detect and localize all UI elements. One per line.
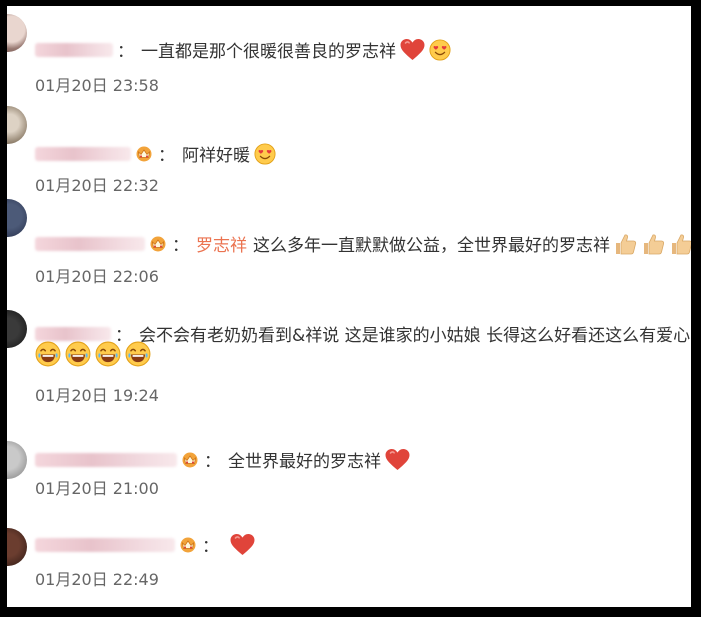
- username-blurred[interactable]: [35, 326, 111, 341]
- heart-icon: [400, 39, 425, 61]
- laughing-emoji-icon: [95, 341, 121, 367]
- username-blurred[interactable]: [35, 236, 145, 251]
- avatar[interactable]: [7, 14, 27, 52]
- thumbs-up-icon: [642, 232, 666, 256]
- comment-item: ： 一直都是那个很暖很善良的罗志祥 01月20日 23:58: [7, 6, 691, 95]
- comment-item: v ： 阿祥好暖 01月20日 22:32: [7, 98, 691, 195]
- heart-eyes-icon: [429, 39, 451, 61]
- colon: ：: [158, 146, 175, 166]
- colon: ：: [204, 452, 221, 472]
- vip-crown-icon: [148, 235, 168, 252]
- avatar[interactable]: [7, 199, 27, 237]
- username-blurred[interactable]: [35, 42, 113, 57]
- comment-text: 全世界最好的罗志祥: [228, 452, 381, 472]
- emoji-row: [35, 341, 151, 367]
- comment-time: 01月20日 23:58: [35, 76, 159, 95]
- mention-link[interactable]: 罗志祥: [196, 231, 247, 256]
- vip-crown-icon: [180, 451, 200, 468]
- username-blurred[interactable]: [35, 452, 177, 467]
- colon: ：: [117, 42, 134, 62]
- comment-item: ： 罗志祥 这么多年一直默默做公益，全世界最好的罗志祥 01月20日 22:06: [7, 191, 691, 286]
- comment-line: ： 阿祥好暖: [35, 141, 276, 166]
- comment-text: 一直都是那个很暖很善良的罗志祥: [141, 42, 396, 62]
- vip-crown-icon: [134, 145, 154, 162]
- heart-eyes-icon: [254, 143, 276, 165]
- comment-text: 会不会有老奶奶看到&祥说 这是谁家的小姑娘 长得这么好看还这么有爱心: [139, 326, 691, 346]
- comment-item: v ： 全世界最好的罗志祥 01月20日 21:00: [7, 401, 691, 498]
- avatar[interactable]: [7, 310, 27, 348]
- avatar[interactable]: v: [7, 528, 27, 566]
- heart-icon: [385, 449, 410, 471]
- avatar[interactable]: v: [7, 106, 27, 144]
- laughing-emoji-icon: [125, 341, 151, 367]
- comment-line: ：: [35, 532, 255, 557]
- username-blurred[interactable]: [35, 537, 175, 552]
- thumbs-up-icon: [614, 232, 638, 256]
- comment-line: ： 罗志祥 这么多年一直默默做公益，全世界最好的罗志祥: [35, 231, 691, 256]
- laughing-emoji-icon: [35, 341, 61, 367]
- colon: ：: [202, 537, 219, 557]
- thumbs-up-icon: [670, 232, 691, 256]
- comment-text: 这么多年一直默默做公益，全世界最好的罗志祥: [253, 236, 610, 256]
- comment-item: v ： 01月20日 22:49: [7, 494, 691, 589]
- comment-panel: ： 一直都是那个很暖很善良的罗志祥 01月20日 23:58 v ： 阿祥好暖 …: [7, 6, 691, 607]
- vip-crown-icon: [178, 536, 198, 553]
- avatar[interactable]: v: [7, 441, 27, 479]
- comment-time: 01月20日 22:49: [35, 570, 159, 589]
- colon: ：: [172, 236, 189, 256]
- comment-line: ： 一直都是那个很暖很善良的罗志祥: [35, 37, 451, 62]
- comment-line: ： 全世界最好的罗志祥: [35, 447, 410, 472]
- heart-icon: [230, 534, 255, 556]
- laughing-emoji-icon: [65, 341, 91, 367]
- comment-text: 阿祥好暖: [182, 146, 250, 166]
- username-blurred[interactable]: [35, 146, 131, 161]
